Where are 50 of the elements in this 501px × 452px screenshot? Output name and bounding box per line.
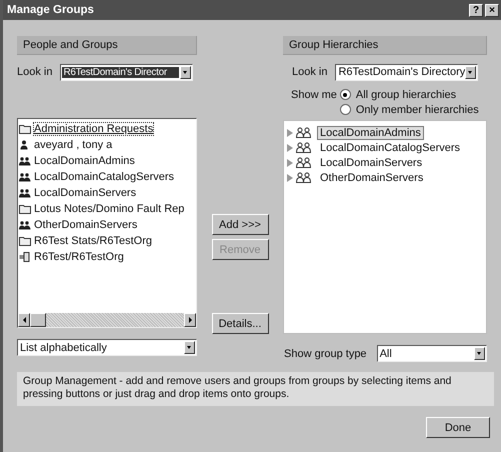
people-icon — [19, 172, 31, 182]
list-item[interactable]: R6Test/R6TestOrg — [19, 249, 195, 265]
group-type-dropdown[interactable]: All — [376, 345, 487, 362]
list-item[interactable]: OtherDomainServers — [19, 217, 195, 233]
info-text: Group Management - add and remove users and groups from groups by selecting items and pressing buttons or just drag and drop items onto groups. — [17, 372, 494, 406]
people-icon — [296, 172, 314, 183]
tree-item[interactable]: LocalDomainCatalogServers — [317, 140, 464, 154]
list-item[interactable]: R6Test Stats/R6TestOrg — [19, 233, 195, 249]
people-icon — [296, 127, 314, 138]
tree-item[interactable]: OtherDomainServers — [317, 170, 426, 184]
server-icon — [19, 252, 31, 262]
look-in-dropdown[interactable]: R6TestDomain's Directory — [335, 64, 478, 80]
add-button[interactable]: Add >>> — [212, 214, 268, 235]
folder-icon — [19, 204, 31, 214]
folder-icon — [19, 124, 31, 134]
group-type-label: Show group type — [284, 348, 367, 360]
show-me-label: Show me — [291, 88, 337, 103]
tree-item[interactable]: LocalDomainServers — [317, 156, 426, 170]
horizontal-scrollbar[interactable] — [18, 313, 196, 327]
list-item[interactable]: LocalDomainAdmins — [19, 153, 195, 169]
done-button[interactable]: Done — [426, 417, 490, 438]
people-icon — [19, 188, 31, 198]
scroll-right-button[interactable] — [184, 313, 196, 327]
scrollbar-thumb[interactable] — [30, 313, 46, 327]
close-button[interactable]: × — [485, 4, 499, 16]
window-title: Manage Groups — [7, 4, 94, 16]
list-item[interactable]: LocalDomainServers — [19, 185, 195, 201]
people-icon — [19, 156, 31, 166]
look-in-label: Look in — [292, 66, 328, 78]
radio-option[interactable]: Only member hierarchies — [340, 103, 479, 116]
list-item[interactable]: Administration Requests — [19, 121, 195, 137]
look-in-dropdown[interactable]: R6TestDomain's Director — [60, 64, 194, 80]
sort-dropdown[interactable]: List alphabetically — [17, 339, 197, 356]
radio-button[interactable] — [340, 89, 351, 100]
tree-item[interactable]: LocalDomainAdmins — [317, 126, 424, 140]
help-button[interactable]: ? — [469, 4, 483, 16]
radio-button[interactable] — [340, 104, 351, 115]
list-item[interactable]: LocalDomainCatalogServers — [19, 169, 195, 185]
radio-option[interactable]: All group hierarchies — [340, 88, 479, 101]
folder-icon — [19, 236, 31, 246]
people-icon — [296, 157, 314, 168]
list-item[interactable]: aveyard , tony a — [19, 137, 195, 153]
look-in-label: Look in — [17, 66, 52, 78]
people-icon — [296, 142, 314, 153]
scroll-left-button[interactable] — [18, 313, 30, 327]
list-item[interactable]: Lotus Notes/Domino Fault Rep — [19, 201, 195, 217]
panel-header: People and Groups — [17, 36, 197, 55]
people-icon — [19, 220, 31, 230]
panel-header: Group Hierarchies — [283, 36, 487, 55]
details-button[interactable]: Details... — [212, 313, 268, 334]
